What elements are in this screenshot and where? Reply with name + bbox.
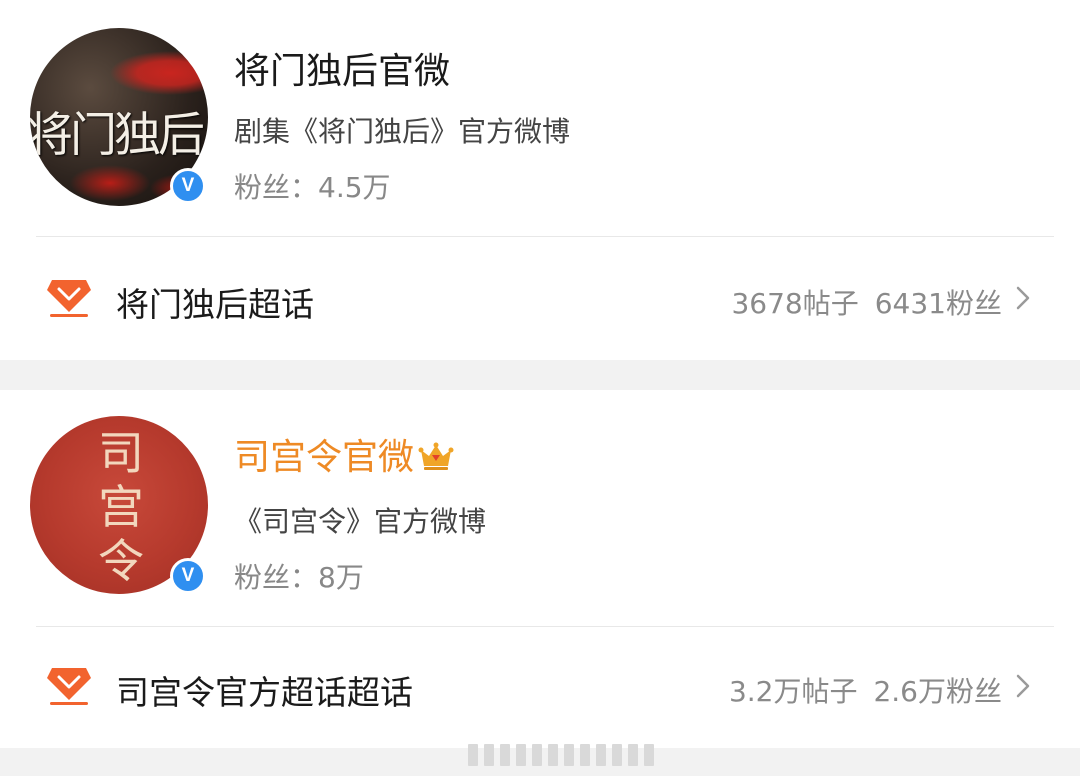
- verified-v-icon: V: [170, 558, 206, 594]
- chevron-right-icon[interactable]: [1016, 286, 1030, 310]
- account-description: 剧集《将门独后》官方微博: [234, 115, 571, 148]
- divider: [36, 626, 1054, 627]
- fans-count: 粉丝：4.5万: [234, 171, 391, 204]
- super-topic-diamond-icon: [47, 280, 91, 317]
- topic-fans-count: 6431粉丝: [874, 287, 1002, 320]
- member-crown-icon: [418, 442, 454, 470]
- watermark: [468, 744, 654, 766]
- divider: [36, 236, 1054, 237]
- topic-posts-count: 3.2万帖子: [728, 675, 858, 708]
- super-topic-diamond-icon: [47, 668, 91, 705]
- super-topic-name[interactable]: 司宫令官方超话超话: [116, 666, 413, 714]
- account-card-1[interactable]: 将门独后 V 将门独后官微 剧集《将门独后》官方微博 粉丝：4.5万 将门独后超…: [0, 0, 1080, 360]
- fans-count: 粉丝：8万: [234, 561, 364, 594]
- topic-fans-count: 2.6万粉丝: [873, 675, 1002, 708]
- verified-v-icon: V: [170, 168, 206, 204]
- account-description: 《司宫令》官方微博: [234, 505, 487, 538]
- super-topic-stats: 3678帖子 6431粉丝: [731, 282, 1002, 322]
- avatar-text: 将门独后: [30, 108, 205, 163]
- account-card-2[interactable]: 司 宫 令 V 司宫令官微 《司宫令》官方微博 粉丝：8万 司宫令官方超话超话 …: [0, 390, 1080, 748]
- account-name[interactable]: 司宫令官微: [234, 428, 454, 480]
- account-name[interactable]: 将门独后官微: [234, 42, 450, 94]
- avatar-text: 司 宫 令: [98, 426, 144, 588]
- super-topic-name[interactable]: 将门独后超话: [116, 278, 314, 326]
- super-topic-stats: 3.2万帖子 2.6万粉丝: [729, 670, 1002, 710]
- topic-posts-count: 3678帖子: [731, 287, 859, 320]
- chevron-right-icon[interactable]: [1016, 674, 1030, 698]
